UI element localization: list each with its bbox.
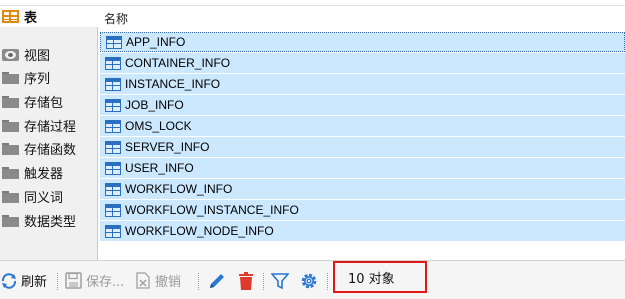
sidebar-item-label: 存储包: [24, 96, 64, 111]
sidebar-item-label: 存储过程: [24, 120, 77, 135]
sidebar-item-types[interactable]: 数据类型: [0, 210, 98, 231]
sidebar-item-label: 同义词: [24, 191, 64, 206]
object-type-sidebar: 表 视图 序列 存储包 存储过程 存储函数 触发器 同义词 数据类型: [0, 6, 98, 260]
table-row[interactable]: WORKFLOW_NODE_INFO: [100, 221, 625, 241]
table-icon: [106, 35, 122, 49]
table-icon: [105, 203, 121, 217]
settings-button[interactable]: [299, 261, 319, 299]
table-name: INSTANCE_INFO: [125, 77, 221, 91]
table-row[interactable]: OMS_LOCK: [100, 116, 625, 136]
save-icon: [65, 272, 82, 289]
trash-icon: [239, 271, 253, 290]
table-row[interactable]: SERVER_INFO: [100, 137, 625, 157]
edit-button[interactable]: [207, 261, 227, 299]
refresh-button[interactable]: 刷新: [0, 261, 47, 299]
sidebar-item-sequences[interactable]: 序列: [0, 67, 98, 88]
table-row[interactable]: WORKFLOW_INSTANCE_INFO: [100, 200, 625, 220]
sidebar-item-label: 序列: [24, 72, 51, 87]
table-row[interactable]: WORKFLOW_INFO: [100, 179, 625, 199]
pencil-icon: [210, 273, 224, 288]
table-name: WORKFLOW_INFO: [125, 182, 233, 196]
table-icon: [2, 10, 19, 23]
table-name: USER_INFO: [125, 161, 194, 175]
sidebar-item-label: 存储函数: [24, 143, 77, 158]
toolbar-separator: [263, 273, 264, 290]
table-row[interactable]: JOB_INFO: [100, 95, 625, 115]
folder-icon: [2, 166, 19, 179]
sidebar-item-label: 表: [24, 11, 38, 26]
sidebar-item-triggers[interactable]: 触发器: [0, 162, 98, 183]
table-icon: [105, 140, 121, 154]
sidebar-item-functions[interactable]: 存储函数: [0, 138, 98, 159]
undo-icon: [136, 272, 150, 289]
sidebar-item-label: 视图: [24, 49, 51, 64]
view-icon: [2, 48, 19, 61]
table-name: JOB_INFO: [125, 98, 184, 112]
toolbar-separator: [57, 273, 58, 290]
table-name: WORKFLOW_NODE_INFO: [125, 224, 274, 238]
table-row[interactable]: INSTANCE_INFO: [100, 74, 625, 94]
folder-icon: [2, 214, 19, 227]
sidebar-item-tables[interactable]: 表: [0, 6, 98, 27]
object-count-status: 10 对象: [348, 271, 395, 287]
filter-icon: [271, 272, 289, 289]
save-button[interactable]: 保存...: [65, 261, 124, 299]
table-name: OMS_LOCK: [125, 119, 192, 133]
sidebar-item-views[interactable]: 视图: [0, 44, 98, 65]
folder-icon: [2, 95, 19, 108]
table-row[interactable]: USER_INFO: [100, 158, 625, 178]
bottom-toolbar: 刷新 保存... 撤销: [0, 260, 625, 299]
sidebar-item-label: 触发器: [24, 167, 64, 182]
folder-icon: [2, 71, 19, 84]
delete-button[interactable]: [237, 261, 255, 299]
table-icon: [105, 182, 121, 196]
object-list: 名称 APP_INFO CONTAINER_INFO INSTANCE_INFO…: [99, 6, 625, 260]
gear-icon: [301, 273, 317, 288]
table-icon: [105, 119, 121, 133]
toolbar-separator: [198, 273, 199, 290]
table-name: APP_INFO: [126, 35, 186, 49]
table-name: SERVER_INFO: [125, 140, 210, 154]
table-row[interactable]: CONTAINER_INFO: [100, 53, 625, 73]
save-label: 保存...: [86, 275, 125, 290]
sidebar-item-label: 数据类型: [24, 215, 77, 230]
table-name: CONTAINER_INFO: [125, 56, 231, 70]
table-icon: [105, 98, 121, 112]
folder-icon: [2, 142, 19, 155]
filter-button[interactable]: [271, 261, 289, 299]
table-icon: [105, 56, 121, 70]
sidebar-item-procedures[interactable]: 存储过程: [0, 115, 98, 136]
sidebar-item-packages[interactable]: 存储包: [0, 91, 98, 112]
column-header-label: 名称: [104, 11, 129, 26]
refresh-label: 刷新: [21, 275, 48, 290]
undo-label: 撤销: [155, 275, 182, 290]
folder-icon: [2, 119, 19, 132]
sidebar-item-synonyms[interactable]: 同义词: [0, 186, 98, 207]
table-icon: [105, 161, 121, 175]
toolbar-separator: [327, 273, 328, 290]
table-icon: [105, 77, 121, 91]
table-row[interactable]: APP_INFO: [100, 32, 625, 52]
table-name: WORKFLOW_INSTANCE_INFO: [125, 203, 299, 217]
folder-icon: [2, 190, 19, 203]
refresh-icon: [1, 272, 17, 289]
table-icon: [105, 224, 121, 238]
column-header-name[interactable]: 名称: [99, 6, 625, 30]
undo-button[interactable]: 撤销: [135, 261, 181, 299]
